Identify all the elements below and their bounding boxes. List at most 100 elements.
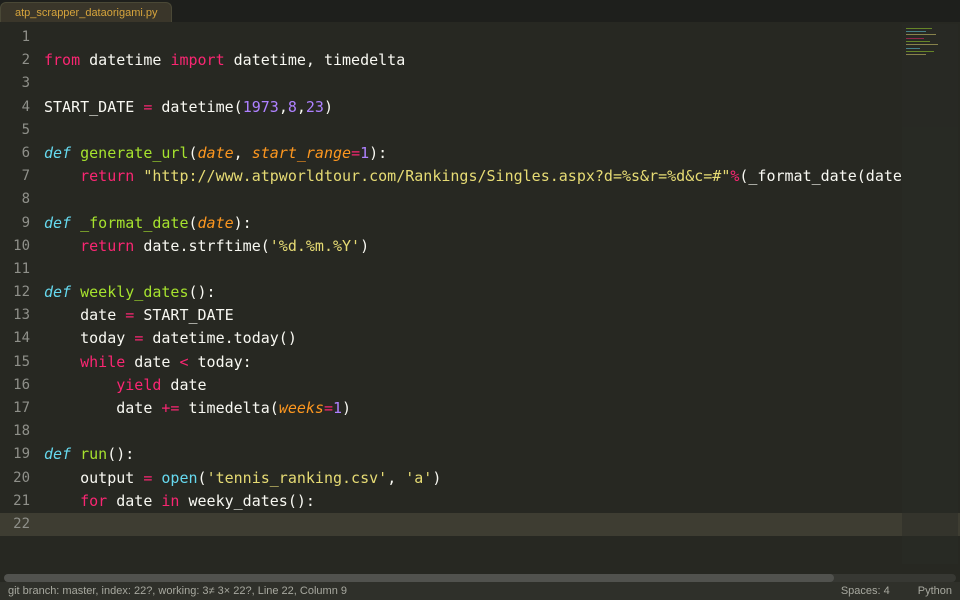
code-token: weekly_dates xyxy=(80,283,188,301)
code-token: _format_date xyxy=(80,214,188,232)
code-token: datetime.today() xyxy=(143,329,297,347)
code-token: date.strftime( xyxy=(134,237,269,255)
code-token: generate_url xyxy=(80,144,188,162)
code-token: += xyxy=(161,399,179,417)
line-number: 1 xyxy=(0,26,38,49)
code-token: output xyxy=(44,469,143,487)
code-token: open xyxy=(161,469,197,487)
code-token: 1 xyxy=(333,399,342,417)
file-tab[interactable]: atp_scrapper_dataorigami.py xyxy=(0,2,172,22)
code-token: def xyxy=(44,214,71,232)
code-line[interactable] xyxy=(44,26,960,49)
code-token: 'a' xyxy=(405,469,432,487)
horizontal-scrollbar-thumb[interactable] xyxy=(4,574,834,582)
minimap-mark xyxy=(906,34,936,35)
horizontal-scrollbar[interactable] xyxy=(4,574,956,582)
code-line[interactable]: return "http://www.atpworldtour.com/Rank… xyxy=(44,165,960,188)
code-line[interactable] xyxy=(44,119,960,142)
code-token: from xyxy=(44,51,80,69)
line-number: 7 xyxy=(0,165,38,188)
code-line[interactable]: def generate_url(date, start_range=1): xyxy=(44,142,960,165)
minimap-mark xyxy=(906,54,926,55)
code-line[interactable] xyxy=(44,188,960,211)
code-token: run xyxy=(80,445,107,463)
code-token: = xyxy=(324,399,333,417)
line-number: 4 xyxy=(0,96,38,119)
line-number: 14 xyxy=(0,327,38,350)
code-token: ): xyxy=(234,214,252,232)
code-token: date xyxy=(107,492,161,510)
code-line[interactable]: def weekly_dates(): xyxy=(44,281,960,304)
code-line[interactable]: while date < today: xyxy=(44,351,960,374)
line-number: 11 xyxy=(0,258,38,281)
status-language[interactable]: Python xyxy=(918,585,952,597)
code-line[interactable] xyxy=(44,420,960,443)
code-line[interactable] xyxy=(38,513,960,536)
code-line[interactable] xyxy=(44,258,960,281)
code-token: datetime xyxy=(80,51,170,69)
code-token: ( xyxy=(198,469,207,487)
code-token: 8 xyxy=(288,98,297,116)
code-token: datetime, timedelta xyxy=(225,51,406,69)
code-token: in xyxy=(161,492,179,510)
code-line[interactable]: output = open('tennis_ranking.csv', 'a') xyxy=(44,467,960,490)
code-line[interactable]: for date in weeky_dates(): xyxy=(44,490,960,513)
code-token: date xyxy=(198,214,234,232)
code-token: = xyxy=(125,306,134,324)
code-token: start_range xyxy=(252,144,351,162)
code-line[interactable]: from datetime import datetime, timedelta xyxy=(44,49,960,72)
code-token: = xyxy=(351,144,360,162)
code-token: datetime( xyxy=(152,98,242,116)
code-token: ( xyxy=(189,144,198,162)
line-number: 18 xyxy=(0,420,38,443)
minimap-mark xyxy=(906,31,926,32)
code-token: ) xyxy=(324,98,333,116)
status-bar: git branch: master, index: 22?, working:… xyxy=(0,582,960,600)
code-token xyxy=(71,283,80,301)
code-area[interactable]: from datetime import datetime, timedelta… xyxy=(38,22,960,577)
code-token: '%d.%m.%Y' xyxy=(270,237,360,255)
code-token: def xyxy=(44,283,71,301)
code-token: 23 xyxy=(306,98,324,116)
code-token: START_DATE xyxy=(134,306,233,324)
code-token: return xyxy=(80,167,134,185)
code-token: 'tennis_ranking.csv' xyxy=(207,469,388,487)
line-number: 20 xyxy=(0,467,38,490)
code-line[interactable]: START_DATE = datetime(1973,8,23) xyxy=(44,96,960,119)
code-line[interactable] xyxy=(44,72,960,95)
line-number: 21 xyxy=(0,490,38,513)
code-token: ) xyxy=(342,399,351,417)
line-number: 2 xyxy=(0,49,38,72)
line-number: 13 xyxy=(0,304,38,327)
code-token xyxy=(71,214,80,232)
code-line[interactable]: def _format_date(date): xyxy=(44,212,960,235)
minimap-mark xyxy=(906,44,938,45)
code-line[interactable]: yield date xyxy=(44,374,960,397)
code-token: < xyxy=(179,353,188,371)
code-token: today xyxy=(44,329,134,347)
line-number: 8 xyxy=(0,188,38,211)
code-token: , xyxy=(279,98,288,116)
status-spaces[interactable]: Spaces: 4 xyxy=(841,585,890,597)
code-token: for xyxy=(80,492,107,510)
editor-pane[interactable]: 12345678910111213141516171819202122 from… xyxy=(0,22,960,577)
code-line[interactable]: date += timedelta(weeks=1) xyxy=(44,397,960,420)
code-token: today: xyxy=(189,353,252,371)
code-line[interactable]: today = datetime.today() xyxy=(44,327,960,350)
code-token: date xyxy=(198,144,234,162)
minimap-mark xyxy=(906,51,934,52)
code-token xyxy=(71,144,80,162)
line-number: 17 xyxy=(0,397,38,420)
line-number: 9 xyxy=(0,212,38,235)
code-token: def xyxy=(44,445,71,463)
code-token: date xyxy=(44,306,125,324)
code-line[interactable]: return date.strftime('%d.%m.%Y') xyxy=(44,235,960,258)
code-line[interactable]: date = START_DATE xyxy=(44,304,960,327)
code-token: (): xyxy=(189,283,216,301)
line-number: 12 xyxy=(0,281,38,304)
minimap[interactable] xyxy=(902,24,958,564)
minimap-mark xyxy=(906,28,932,29)
code-line[interactable]: def run(): xyxy=(44,443,960,466)
code-token: 1 xyxy=(360,144,369,162)
code-token xyxy=(44,492,80,510)
